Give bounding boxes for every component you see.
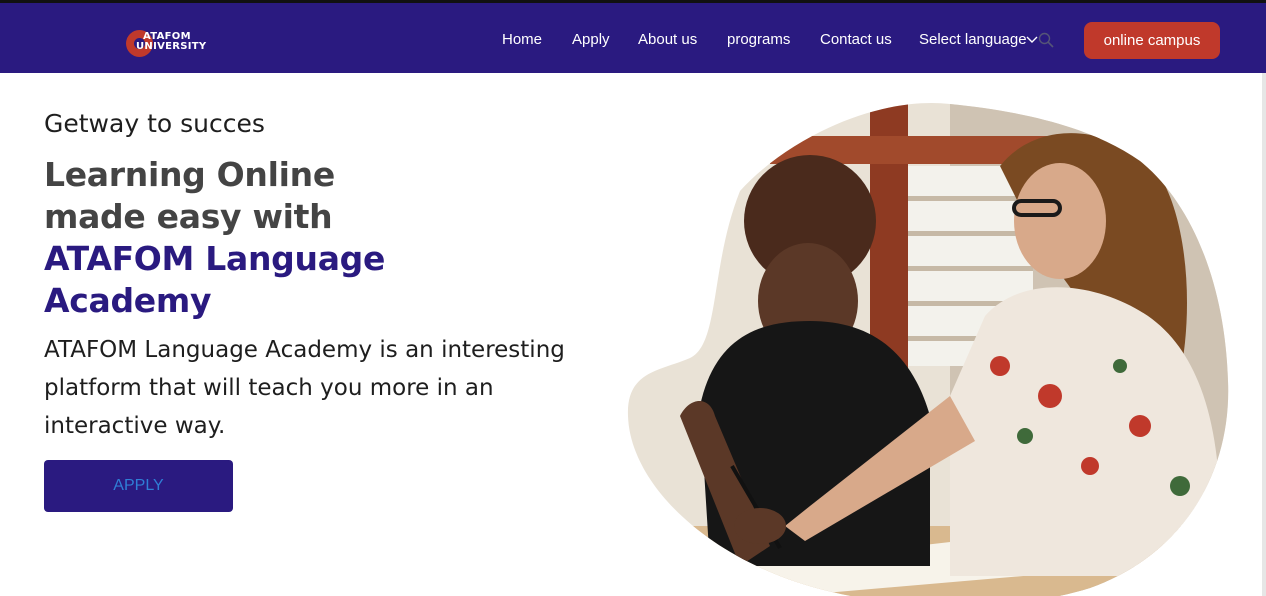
online-campus-button[interactable]: online campus [1084, 22, 1220, 59]
hero-tagline: Getway to succes [44, 109, 265, 138]
nav-programs[interactable]: programs [727, 31, 790, 49]
chevron-down-icon[interactable] [1026, 33, 1038, 45]
nav-contact-us[interactable]: Contact us [820, 31, 892, 49]
language-selector[interactable]: Select language [919, 31, 1027, 49]
nav-about-us[interactable]: About us [638, 31, 697, 49]
hero-description: ATAFOM Language Academy is an interestin… [44, 337, 565, 439]
hero-image [627, 102, 1229, 596]
apply-button[interactable]: APPLY [44, 460, 233, 512]
hero-headline-line2: made easy with [44, 197, 333, 236]
hero-headline-brand-line2: Academy [44, 281, 212, 320]
nav-home[interactable]: Home [502, 31, 542, 49]
navbar: ATAFOM UNIVERSITY Home Apply About us pr… [0, 3, 1266, 73]
hero-headline-line1: Learning Online [44, 155, 335, 194]
nav-apply[interactable]: Apply [572, 31, 610, 49]
hero-headline-brand-line1: ATAFOM Language [44, 239, 386, 278]
scrollbar[interactable] [1262, 73, 1266, 596]
logo[interactable]: ATAFOM UNIVERSITY [126, 27, 216, 61]
search-icon[interactable] [1038, 32, 1054, 48]
logo-text-line2: UNIVERSITY [136, 41, 207, 52]
